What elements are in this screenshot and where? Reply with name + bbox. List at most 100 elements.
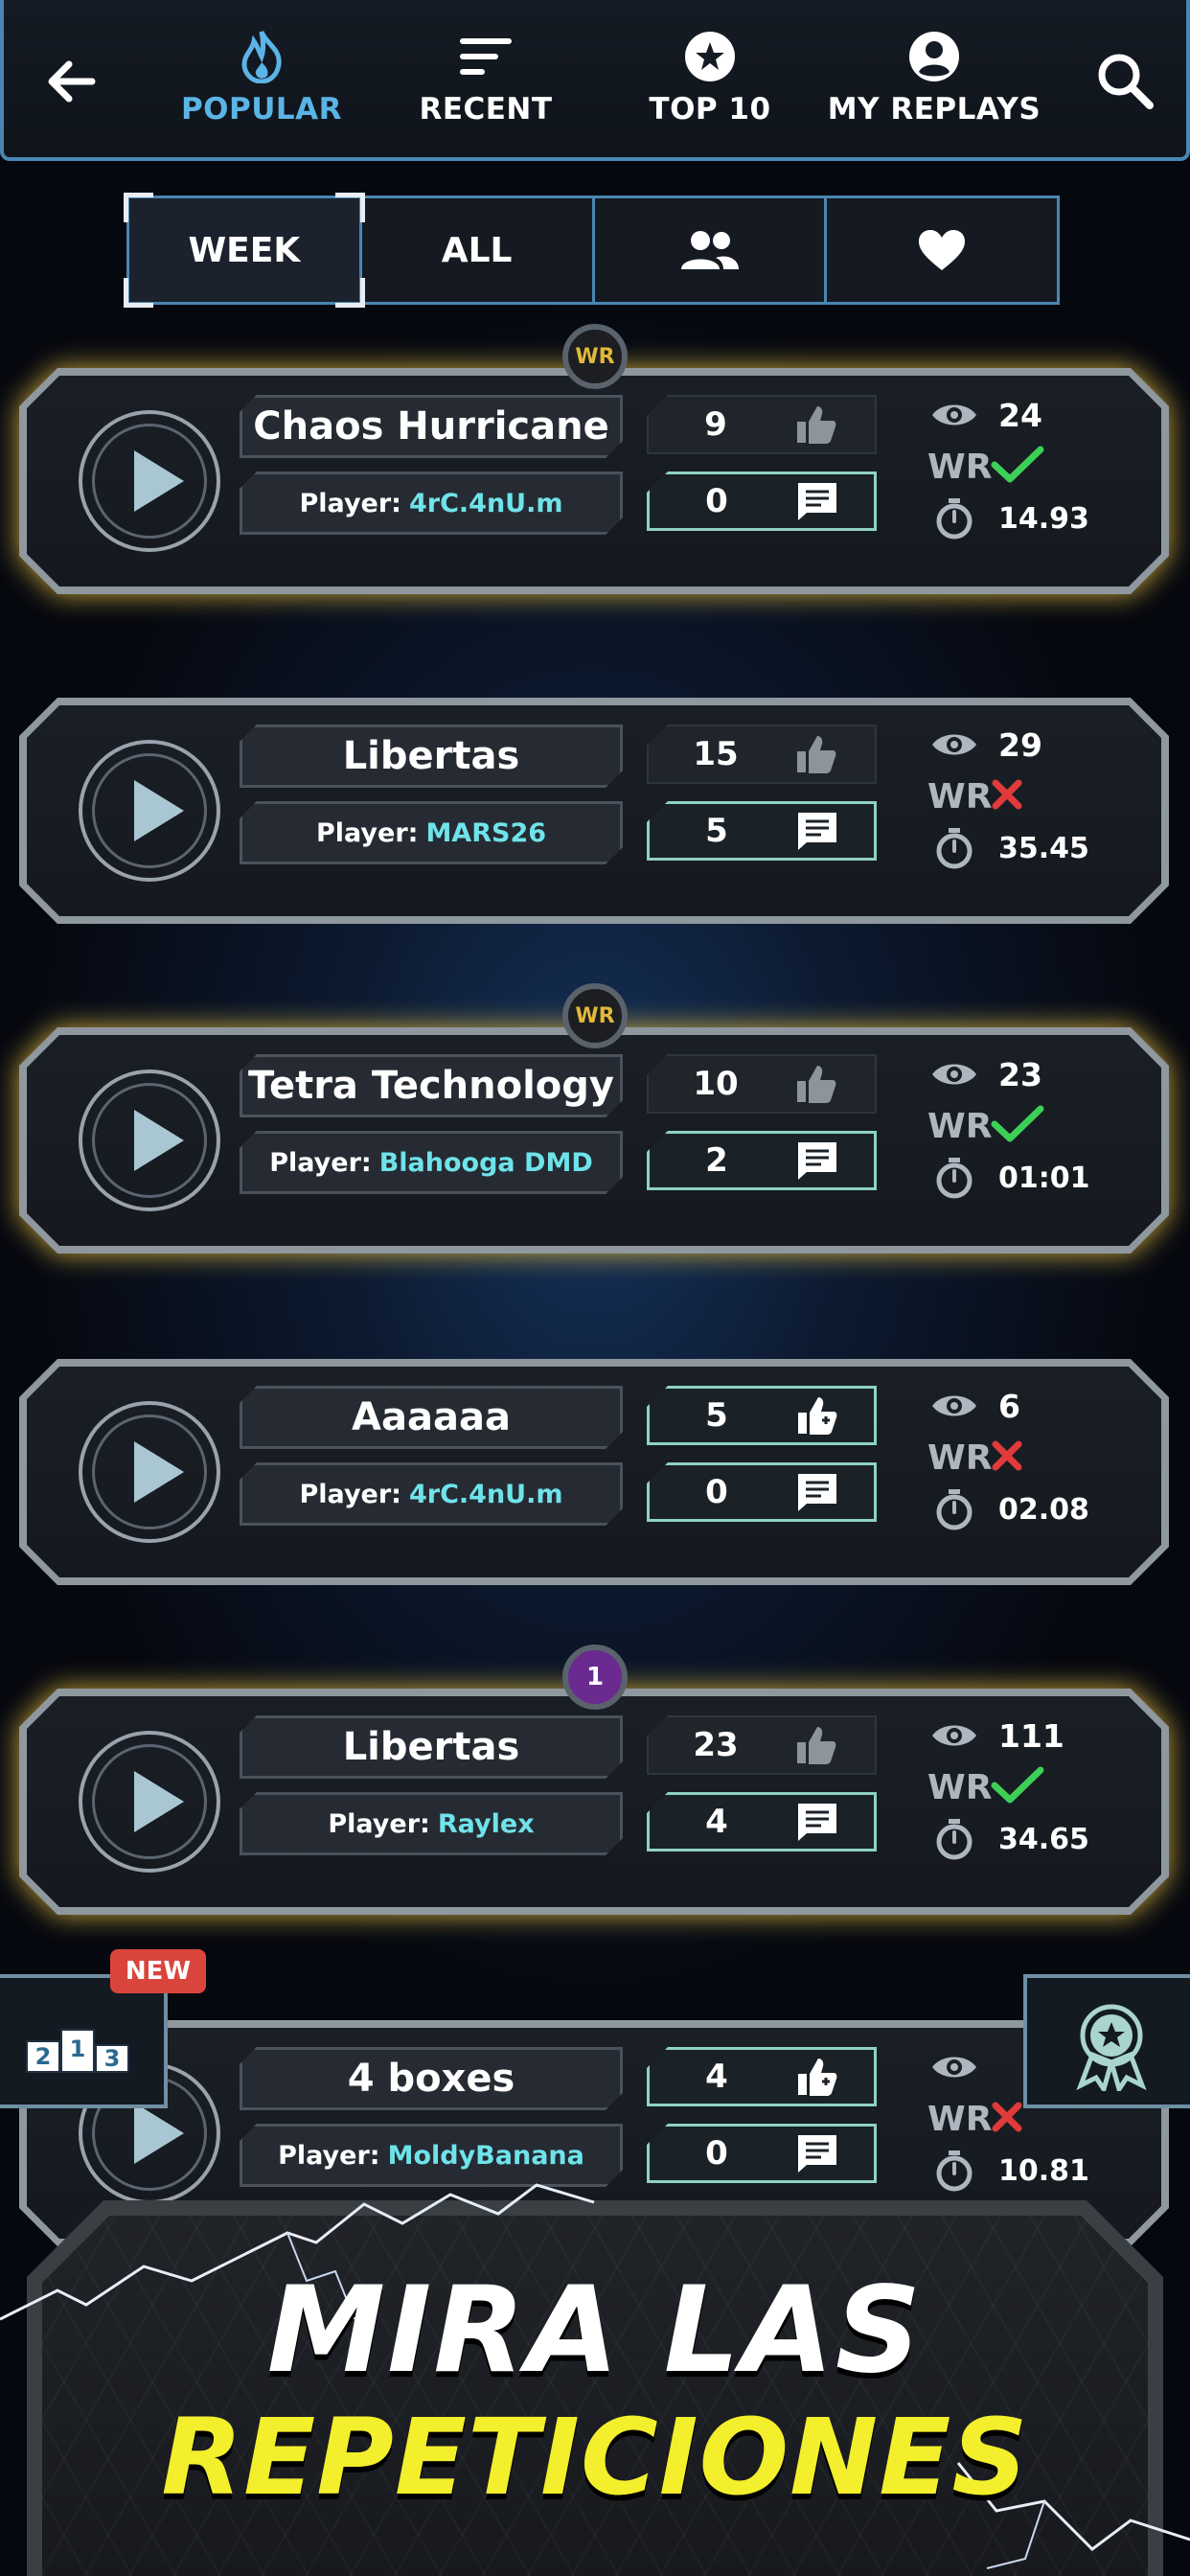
play-button[interactable] [79,1731,220,1873]
rank-badge: 1 [562,1644,628,1710]
comment-icon [784,2132,851,2174]
filter-favorites[interactable] [827,198,1057,302]
wr-row: WR [927,1432,1157,1484]
replay-card[interactable]: Tetra Technology Player: Blahooga DMD 10… [19,1027,1169,1254]
player-prefix: Player: [278,2140,380,2171]
tab-popular[interactable]: POPULAR [151,29,372,144]
cross-icon [991,778,1023,815]
back-arrow-icon[interactable] [38,48,105,115]
eye-icon [927,730,981,759]
tab-my-replays[interactable]: MY REPLAYS [824,29,1044,144]
comment-button[interactable]: 5 [647,801,877,861]
world-record-badge: WR [562,983,628,1048]
cross-icon [991,2101,1023,2137]
wr-label: WR [927,447,993,487]
selection-corner [334,278,365,308]
replay-card[interactable]: Libertas Player: MARS26 15 5 29 WR 35.45 [19,698,1169,924]
player-name: MARS26 [425,817,547,848]
filter-all[interactable]: ALL [362,198,595,302]
like-button[interactable]: 10 [647,1054,877,1114]
play-button[interactable] [79,740,220,882]
replay-player[interactable]: Player: Raylex [240,1792,623,1855]
tab-recent[interactable]: RECENT [376,29,596,144]
achievements-button[interactable] [1023,1974,1190,2108]
time-row: 01:01 [927,1152,1157,1204]
view-count: 23 [998,1055,1042,1093]
banner-line-2: REPETICIONES [161,2396,1029,2518]
like-count: 5 [705,1396,728,1435]
views-row: 24 [927,389,1157,441]
podium-icon: 2 1 3 [26,2029,129,2073]
comment-button[interactable]: 2 [647,1131,877,1190]
check-icon [991,446,1044,488]
replay-player[interactable]: Player: MARS26 [240,801,623,864]
eye-icon [927,401,981,429]
play-icon [134,1771,184,1832]
replay-player[interactable]: Player: Blahooga DMD [240,1131,623,1194]
like-count: 23 [693,1726,739,1764]
svg-text:1: 1 [70,2036,86,2062]
wr-row: WR [927,441,1157,493]
stopwatch-icon [927,1157,981,1199]
comment-count: 5 [705,812,728,850]
comment-button[interactable]: 0 [647,472,877,531]
filter-friends[interactable] [595,198,828,302]
replay-card[interactable]: Aaaaaa Player: 4rC.4nU.m 5 0 6 WR 02.08 [19,1359,1169,1585]
replay-stats: 111 WR 34.65 [927,1710,1157,1865]
like-button[interactable]: 9 [647,395,877,454]
comment-count: 4 [705,1803,728,1841]
tab-popular-label: POPULAR [180,92,343,126]
view-count: 29 [998,725,1042,764]
replay-time: 01:01 [998,1161,1090,1195]
tab-recent-label: RECENT [419,92,553,126]
play-button[interactable] [79,410,220,552]
like-button[interactable]: 5 [647,1386,877,1445]
replay-player[interactable]: Player: 4rC.4nU.m [240,1462,623,1526]
search-icon[interactable] [1092,48,1159,115]
time-row: 34.65 [927,1813,1157,1865]
comment-button[interactable]: 0 [647,2124,877,2183]
stopwatch-icon [927,497,981,540]
filter-week-label: WEEK [188,230,301,270]
player-name: Raylex [437,1808,535,1839]
replay-title: Libertas [240,1715,623,1779]
comment-count: 0 [705,482,728,520]
filter-week[interactable]: WEEK [124,193,365,308]
play-button[interactable] [79,1070,220,1211]
thumbs-up-icon [783,1062,850,1106]
wr-label: WR [927,1106,993,1146]
player-name: 4rC.4nU.m [408,1479,563,1509]
like-button[interactable]: 15 [647,724,877,784]
like-button[interactable]: 23 [647,1715,877,1775]
replay-time: 35.45 [998,831,1089,865]
selection-corner [334,193,365,222]
player-name: Blahooga DMD [378,1147,593,1178]
eye-icon [927,1060,981,1089]
leaderboard-button[interactable]: 2 1 3 [0,1974,168,2108]
replay-title: Aaaaaa [240,1386,623,1449]
like-count: 9 [704,405,727,444]
comment-icon [784,1471,851,1513]
replay-player[interactable]: Player: 4rC.4nU.m [240,472,623,535]
play-button[interactable] [79,1401,220,1543]
play-icon [134,1441,184,1503]
time-row: 35.45 [927,822,1157,874]
wr-label: WR [927,1767,993,1807]
replay-card[interactable]: Chaos Hurricane Player: 4rC.4nU.m 9 0 24… [19,368,1169,594]
tab-top10[interactable]: TOP 10 [600,29,820,144]
player-prefix: Player: [299,1479,401,1509]
comment-icon [784,1801,851,1843]
stopwatch-icon [927,1488,981,1530]
replay-stats: 24 WR 14.93 [927,389,1157,544]
replay-card[interactable]: Libertas Player: Raylex 23 4 111 WR 34.6… [19,1689,1169,1915]
world-record-badge: WR [562,324,628,389]
time-filter-segment: WEEK ALL [124,193,1060,308]
comment-button[interactable]: 4 [647,1792,877,1852]
like-button[interactable]: 4 [647,2047,877,2106]
selection-corner [124,193,153,222]
player-name: 4rC.4nU.m [408,488,563,518]
wr-label: WR [927,2099,993,2139]
wr-label: WR [927,776,993,816]
player-prefix: Player: [328,1808,430,1839]
comment-button[interactable]: 0 [647,1462,877,1522]
